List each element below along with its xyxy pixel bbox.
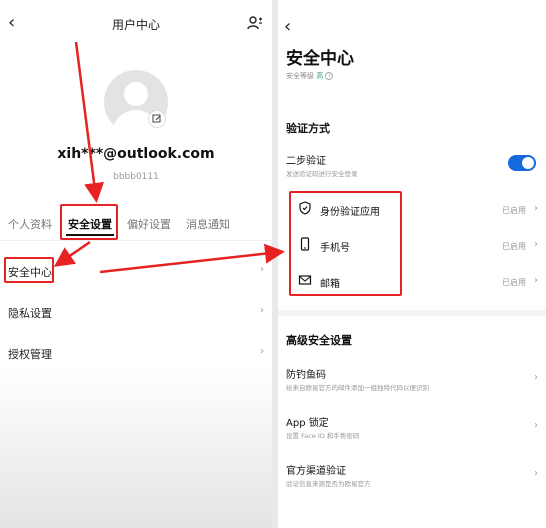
section-divider (278, 310, 546, 316)
edit-avatar-icon[interactable] (148, 110, 166, 128)
anti-phishing-label[interactable]: 防钓鱼码 (286, 366, 326, 381)
chevron-right-icon: › (534, 239, 538, 250)
chevron-right-icon: › (260, 305, 264, 316)
chevron-right-icon: › (534, 372, 538, 383)
toggle-knob (522, 157, 534, 169)
section-title-advanced: 高级安全设置 (286, 334, 352, 347)
app-lock-label[interactable]: App 锁定 (286, 414, 329, 429)
menu-item-privacy[interactable]: 隐私设置 (8, 305, 52, 321)
user-switch-icon[interactable] (246, 14, 264, 32)
anti-phishing-description: 给来自欧易官方的邮件添加一组独特代码以便识别 (286, 384, 429, 392)
app-lock-description: 设置 Face ID 和手势密码 (286, 432, 360, 440)
tab-notifications[interactable]: 消息通知 (186, 216, 230, 232)
two-step-toggle[interactable] (508, 155, 536, 171)
left-header: ‹ 用户中心 (0, 0, 272, 48)
menu-item-authorization[interactable]: 授权管理 (8, 346, 52, 362)
two-step-description: 发送验证码进行安全登录 (286, 170, 358, 178)
method-authenticator-status: 已启用 (502, 206, 526, 215)
tab-profile[interactable]: 个人资料 (8, 216, 52, 232)
user-id: bbbb0111 (113, 172, 159, 182)
page-title: 安全中心 (286, 49, 354, 69)
method-email-status: 已启用 (502, 278, 526, 287)
user-email: xih***@outlook.com (57, 146, 215, 162)
tab-bar: 个人资料 安全设置 偏好设置 消息通知 (0, 216, 272, 240)
method-phone-status: 已启用 (502, 242, 526, 251)
security-level: 安全等级 高 i (286, 71, 334, 81)
chevron-right-icon: › (534, 468, 538, 479)
security-level-label: 安全等级 (286, 72, 314, 80)
chevron-right-icon: › (534, 203, 538, 214)
page-title: 用户中心 (111, 18, 160, 32)
chevron-right-icon: › (260, 264, 264, 275)
chevron-right-icon: › (534, 275, 538, 286)
chevron-right-icon: › (534, 420, 538, 431)
back-icon[interactable]: ‹ (284, 18, 291, 36)
highlight-security-center (4, 257, 54, 283)
screenshot-stage: ‹ 用户中心 xih***@outlook.com bbbb0111 个人资料 … (0, 0, 546, 528)
two-step-label: 二步验证 (286, 156, 326, 167)
highlight-security-tab (60, 204, 118, 240)
security-level-value: 高 (316, 72, 324, 80)
official-verify-description: 验证信息来源是否为欧易官方 (286, 480, 371, 488)
tab-divider (0, 240, 272, 241)
tab-preferences[interactable]: 偏好设置 (127, 216, 171, 232)
avatar-head (124, 82, 148, 106)
bottom-fade (0, 368, 272, 528)
section-title-verify: 验证方式 (286, 122, 330, 135)
chevron-right-icon: › (260, 346, 264, 357)
highlight-verify-methods (289, 191, 402, 296)
official-verify-label[interactable]: 官方渠道验证 (286, 462, 346, 477)
info-icon[interactable]: i (325, 72, 334, 80)
